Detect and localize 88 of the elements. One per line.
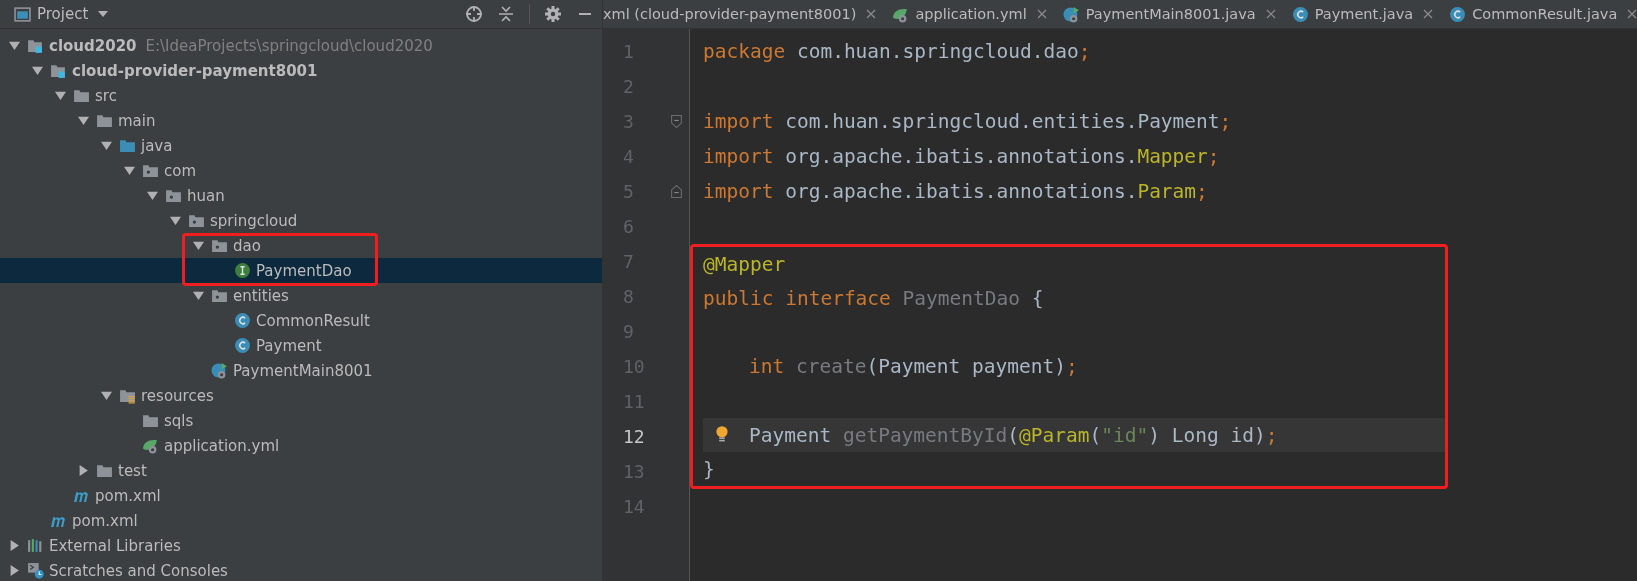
- collapse-all-icon[interactable]: [497, 5, 515, 23]
- spring-leaf-icon: [142, 437, 159, 454]
- tree-item[interactable]: test: [0, 458, 602, 483]
- editor-tab[interactable]: application.yml: [892, 5, 1047, 23]
- tree-item[interactable]: cloud-provider-payment8001: [0, 58, 602, 83]
- tree-item[interactable]: java: [0, 133, 602, 158]
- tree-item[interactable]: huan: [0, 183, 602, 208]
- code-line: public interface PaymentDao {: [703, 286, 1044, 310]
- folder-icon: [73, 87, 90, 104]
- collapse-arrow-icon[interactable]: [8, 565, 20, 576]
- expand-arrow-icon[interactable]: [31, 65, 43, 76]
- tree-item[interactable]: main: [0, 108, 602, 133]
- tree-item[interactable]: PaymentMain8001: [0, 358, 602, 383]
- libraries-icon: [27, 537, 44, 554]
- close-icon[interactable]: [1423, 9, 1434, 19]
- expand-arrow-icon[interactable]: [100, 390, 112, 401]
- close-icon[interactable]: [1627, 9, 1637, 19]
- tree-item[interactable]: dao: [0, 233, 602, 258]
- folder-icon: [96, 462, 113, 479]
- line-number: 12: [623, 426, 646, 447]
- package-folder-icon: [211, 287, 228, 304]
- tree-item[interactable]: cloud2020 E:\IdeaProjects\springcloud\cloud2020: [0, 33, 602, 58]
- class-icon: [234, 312, 251, 329]
- interface-icon: [234, 262, 251, 279]
- folder-icon: [96, 112, 113, 129]
- expand-arrow-icon[interactable]: [192, 240, 204, 251]
- editor-tab[interactable]: Payment.java: [1291, 5, 1434, 23]
- expand-arrow-icon[interactable]: [123, 165, 135, 176]
- lightbulb-icon[interactable]: [715, 424, 729, 443]
- expand-arrow-icon[interactable]: [77, 115, 89, 126]
- project-view-selector[interactable]: Project: [14, 5, 109, 23]
- tree-item[interactable]: pom.xml: [0, 508, 602, 533]
- code-line: import com.huan.springcloud.entities.Payment;: [703, 110, 1232, 133]
- editor-tab[interactable]: PaymentMain8001.java: [1062, 5, 1276, 23]
- spring-class-icon: [1062, 5, 1080, 23]
- expand-arrow-icon[interactable]: [100, 140, 112, 151]
- class-icon: [1449, 5, 1467, 23]
- editor-tab[interactable]: xml (cloud-provider-payment8001): [603, 6, 877, 22]
- tree-item[interactable]: CommonResult: [0, 308, 602, 333]
- settings-icon[interactable]: [544, 5, 562, 23]
- collapse-arrow-icon[interactable]: [8, 540, 20, 551]
- fold-marker-icon[interactable]: [670, 115, 682, 128]
- expand-arrow-icon[interactable]: [146, 190, 158, 201]
- close-icon[interactable]: [1265, 9, 1276, 19]
- fold-marker-icon[interactable]: [670, 185, 682, 198]
- expand-arrow-icon[interactable]: [169, 215, 181, 226]
- code-line: Payment getPaymentById(@Param("id") Long id);: [749, 423, 1278, 447]
- locate-icon[interactable]: [465, 5, 483, 23]
- module-folder-icon: [27, 37, 44, 54]
- package-folder-icon: [188, 212, 205, 229]
- tree-item[interactable]: application.yml: [0, 433, 602, 458]
- dropdown-caret-icon: [98, 11, 109, 17]
- class-icon: [234, 337, 251, 354]
- tree-item[interactable]: pom.xml: [0, 483, 602, 508]
- tree-item[interactable]: entities: [0, 283, 602, 308]
- code-line: @Mapper: [703, 252, 786, 276]
- code-line: package com.huan.springcloud.dao;: [703, 40, 1091, 63]
- folder-icon: [142, 412, 159, 429]
- expand-arrow-icon[interactable]: [192, 290, 204, 301]
- expand-arrow-icon[interactable]: [8, 40, 20, 51]
- tree-item[interactable]: Scratches and Consoles: [0, 558, 602, 581]
- tree-item[interactable]: springcloud: [0, 208, 602, 233]
- package-folder-icon: [142, 162, 159, 179]
- expand-arrow-icon[interactable]: [54, 90, 66, 101]
- code-line: int create(Payment payment);: [749, 355, 1078, 379]
- close-icon[interactable]: [1036, 9, 1047, 19]
- module-folder-icon: [50, 62, 67, 79]
- window-icon: [14, 5, 31, 23]
- tree-item[interactable]: resources: [0, 383, 602, 408]
- tree-item[interactable]: PaymentDao: [0, 258, 602, 283]
- editor-tab[interactable]: CommonResult.java: [1449, 5, 1637, 23]
- project-path: E:\IdeaProjects\springcloud\cloud2020: [145, 36, 433, 55]
- package-folder-icon: [165, 187, 182, 204]
- code-line: import org.apache.ibatis.annotations.Mapper;: [703, 145, 1220, 168]
- package-folder-icon: [211, 237, 228, 254]
- collapse-arrow-icon[interactable]: [77, 465, 89, 476]
- tree-item[interactable]: src: [0, 83, 602, 108]
- tree-item[interactable]: Payment: [0, 333, 602, 358]
- code-line: }: [703, 457, 715, 481]
- tree-item[interactable]: External Libraries: [0, 533, 602, 558]
- tree-item[interactable]: sqls: [0, 408, 602, 433]
- class-icon: [1291, 5, 1309, 23]
- close-icon[interactable]: [866, 9, 877, 19]
- code-line: import org.apache.ibatis.annotations.Param;: [703, 180, 1208, 203]
- tree-item[interactable]: com: [0, 158, 602, 183]
- spring-class-icon: [211, 362, 228, 379]
- folder-icon: [119, 137, 136, 154]
- resources-folder-icon: [119, 387, 136, 404]
